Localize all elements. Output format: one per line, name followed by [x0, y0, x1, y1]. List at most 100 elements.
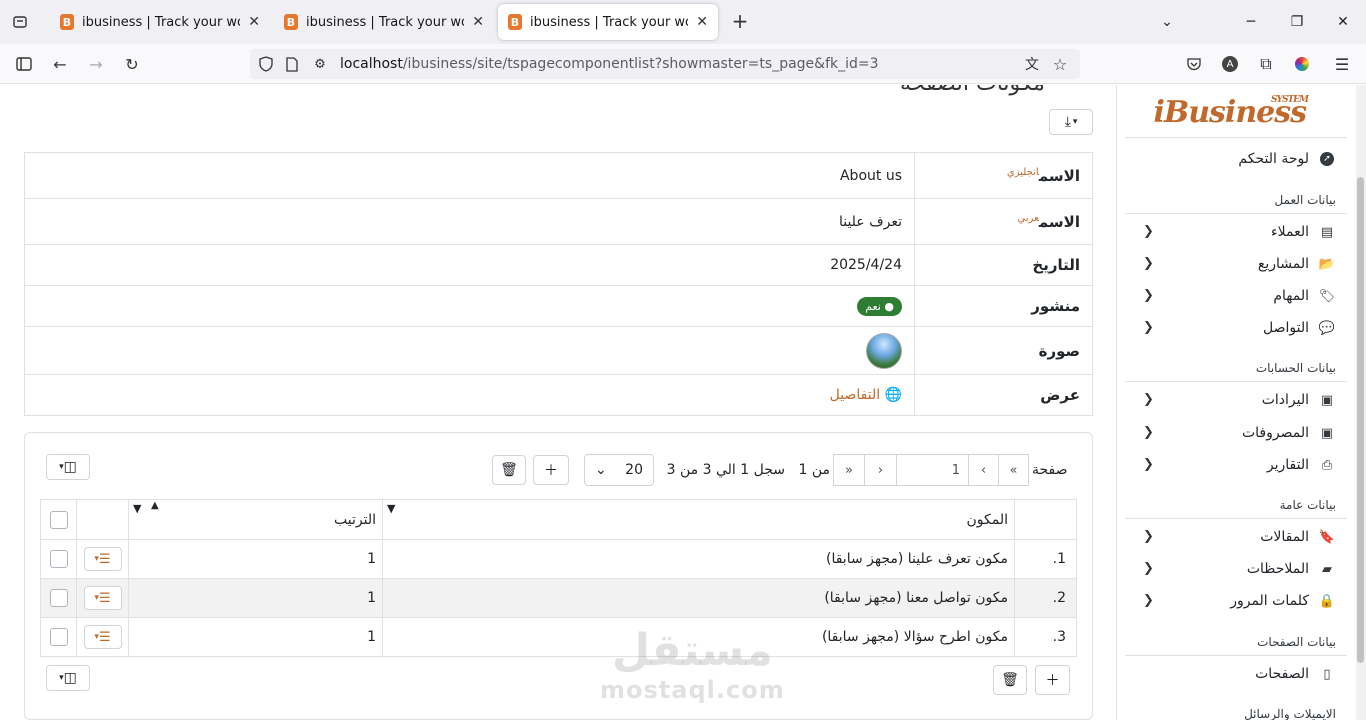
sidebar-item-revenues[interactable]: ▣ اليرادات ❮: [1117, 386, 1357, 416]
sidebar-item-label: لوحة التحكم: [1238, 151, 1309, 167]
sidebar-item-reports[interactable]: ⎙ التقارير ❮: [1117, 451, 1357, 481]
chevron-left-icon: ❮: [1143, 288, 1154, 303]
sidebar-toggle-icon[interactable]: [12, 52, 36, 76]
page-image-thumbnail[interactable]: [866, 332, 902, 369]
select-all-header: [40, 499, 77, 540]
browser-tab-3-active[interactable]: B ibusiness | Track your work with ✕: [498, 4, 718, 40]
add-button[interactable]: ＋: [533, 455, 569, 485]
close-window-icon[interactable]: ✕: [1320, 0, 1366, 44]
columns-icon: ◫: [63, 459, 77, 475]
close-tab-icon[interactable]: ✕: [248, 14, 260, 30]
components-grid-table: المكون ▼ الترتيب ▼ ▲ 1. مكون تعرف علينا …: [40, 499, 1077, 657]
account-avatar-icon[interactable]: A: [1218, 52, 1242, 76]
globe-icon: 🌐: [884, 387, 902, 403]
sidebar-item-label: الملاحظات: [1246, 561, 1309, 577]
row-number: 1.: [1014, 539, 1077, 579]
first-page-icon[interactable]: «: [998, 455, 1028, 485]
sidebar-item-notes[interactable]: ▰ الملاحظات ❮: [1117, 555, 1357, 585]
row-checkbox[interactable]: [49, 589, 68, 607]
column-toggle-dropdown-button-bottom[interactable]: ▾ ◫: [46, 665, 90, 691]
forward-icon[interactable]: →: [84, 52, 108, 76]
new-tab-icon[interactable]: +: [728, 10, 752, 34]
sidebar-item-dashboard[interactable]: ➚ لوحة التحكم: [1117, 145, 1357, 175]
sidebar-item-projects[interactable]: 📂 المشاريع ❮: [1117, 250, 1357, 280]
color-extension-icon[interactable]: [1290, 52, 1314, 76]
table-row[interactable]: 3. مكون اطرح سؤالا (مجهز سابقا) 1 ☰ ▾: [40, 617, 1077, 657]
sort-ascending-icon[interactable]: ▲: [151, 500, 159, 511]
table-row[interactable]: 1. مكون تعرف علينا (مجهز سابقا) 1 ☰ ▾: [40, 539, 1077, 579]
detail-label: الاسم: [1038, 166, 1080, 185]
filter-icon[interactable]: ▼: [133, 502, 141, 515]
sidebar-section-header: الايميلات والرسائل: [1244, 707, 1336, 720]
sidebar-item-passwords[interactable]: 🔒 كلمات المرور ❮: [1117, 587, 1357, 617]
bookmark-star-icon[interactable]: ☆: [1048, 52, 1072, 76]
url-bar[interactable]: ⚙ localhost/ibusiness/site/tspagecompone…: [250, 49, 1080, 79]
component-cell: مكون تواصل معنا (مجهز سابقا): [382, 578, 1015, 618]
menu-hamburger-icon[interactable]: ☰: [1330, 52, 1354, 76]
last-page-icon[interactable]: »: [834, 455, 864, 485]
extensions-puzzle-icon[interactable]: ⧉: [1254, 52, 1278, 76]
sidebar-section-header: بيانات الحسابات: [1255, 361, 1336, 375]
export-dropdown-button[interactable]: ⤓ ▾: [1049, 109, 1093, 135]
column-header-order[interactable]: الترتيب ▼ ▲: [128, 499, 383, 540]
sidebar-item-clients[interactable]: ▤ العملاء ❮: [1117, 218, 1357, 248]
sidebar-item-expenses[interactable]: ▣ المصروفات ❮: [1117, 419, 1357, 449]
next-page-icon[interactable]: ›: [864, 455, 896, 485]
sidebar-divider: [1125, 518, 1347, 519]
translate-icon[interactable]: 文: [1020, 52, 1044, 76]
watermark-latin: mostaql.com: [600, 676, 785, 704]
prev-page-icon[interactable]: ‹: [968, 455, 998, 485]
row-checkbox[interactable]: [49, 628, 68, 646]
back-icon[interactable]: ←: [48, 52, 72, 76]
column-toggle-dropdown-button[interactable]: ▾ ◫: [46, 454, 90, 480]
sidebar-item-label: المهام: [1273, 288, 1309, 304]
row-actions-button[interactable]: ☰ ▾: [83, 625, 122, 649]
url-path: /ibusiness/site/tspagecomponentlist?show…: [402, 56, 879, 72]
browser-tab-1[interactable]: B ibusiness | Track your work with ✕: [50, 4, 270, 40]
delete-selected-button-bottom[interactable]: 🗑: [993, 665, 1027, 695]
row-actions-button[interactable]: ☰ ▾: [83, 547, 122, 571]
detail-key: عرض: [914, 374, 1093, 416]
permissions-icon[interactable]: ⚙: [308, 52, 332, 76]
sidebar-item-articles[interactable]: 🔖 المقالات ❮: [1117, 523, 1357, 553]
table-row[interactable]: 2. مكون تواصل معنا (مجهز سابقا) 1 ☰ ▾: [40, 578, 1077, 618]
chevron-left-icon: ❮: [1143, 256, 1154, 271]
page-scrollbar-thumb[interactable]: [1357, 177, 1364, 663]
close-tab-icon[interactable]: ✕: [472, 14, 484, 30]
details-link[interactable]: 🌐 التفاصيل: [830, 387, 902, 403]
delete-selected-button[interactable]: 🗑: [492, 455, 526, 485]
sidebar-item-label: العملاء: [1271, 224, 1309, 240]
tab-title: ibusiness | Track your work with: [82, 14, 240, 30]
sidebar-item-label: اليرادات: [1261, 392, 1309, 408]
ibusiness-logo[interactable]: iBusiness SYSTEM: [1153, 95, 1309, 130]
detail-key: صورة: [914, 326, 1093, 375]
page-number-input[interactable]: 1: [896, 455, 968, 485]
row-checkbox[interactable]: [49, 550, 68, 568]
column-header-component[interactable]: المكون ▼: [382, 499, 1015, 540]
sidebar-item-pages[interactable]: ▯ الصفحات: [1117, 660, 1357, 690]
add-button-bottom[interactable]: ＋: [1035, 665, 1070, 695]
tab-list-chevron-icon[interactable]: ⌄: [1144, 0, 1190, 44]
trash-icon: 🗑: [500, 462, 518, 478]
url-text[interactable]: localhost/ibusiness/site/tspagecomponent…: [340, 56, 879, 72]
detail-key: منشور: [914, 285, 1093, 327]
page-icon[interactable]: [280, 52, 304, 76]
tags-icon: 🏷: [1318, 288, 1336, 304]
filter-icon[interactable]: ▼: [387, 502, 395, 515]
select-all-checkbox[interactable]: [49, 510, 68, 529]
browser-tab-2[interactable]: B ibusiness | Track your work with ✕: [274, 4, 494, 40]
row-actions-button[interactable]: ☰ ▾: [83, 586, 122, 610]
minimize-icon[interactable]: ─: [1228, 0, 1274, 44]
sidebar-item-tasks[interactable]: 🏷 المهام ❮: [1117, 282, 1357, 312]
shield-icon[interactable]: [254, 52, 278, 76]
close-tab-icon[interactable]: ✕: [696, 14, 708, 30]
page-size-select[interactable]: ⌄ 20: [584, 454, 654, 486]
print-icon: ⎙: [1321, 457, 1333, 473]
tab-overview-icon[interactable]: [0, 0, 40, 44]
pocket-icon[interactable]: [1182, 52, 1206, 76]
reload-icon[interactable]: ↻: [120, 52, 144, 76]
sidebar-item-communication[interactable]: 💬 التواصل ❮: [1117, 314, 1357, 344]
restore-icon[interactable]: ❐: [1274, 0, 1320, 44]
list-icon: ☰: [98, 590, 111, 606]
detail-key: الاسمعربي: [914, 198, 1093, 245]
